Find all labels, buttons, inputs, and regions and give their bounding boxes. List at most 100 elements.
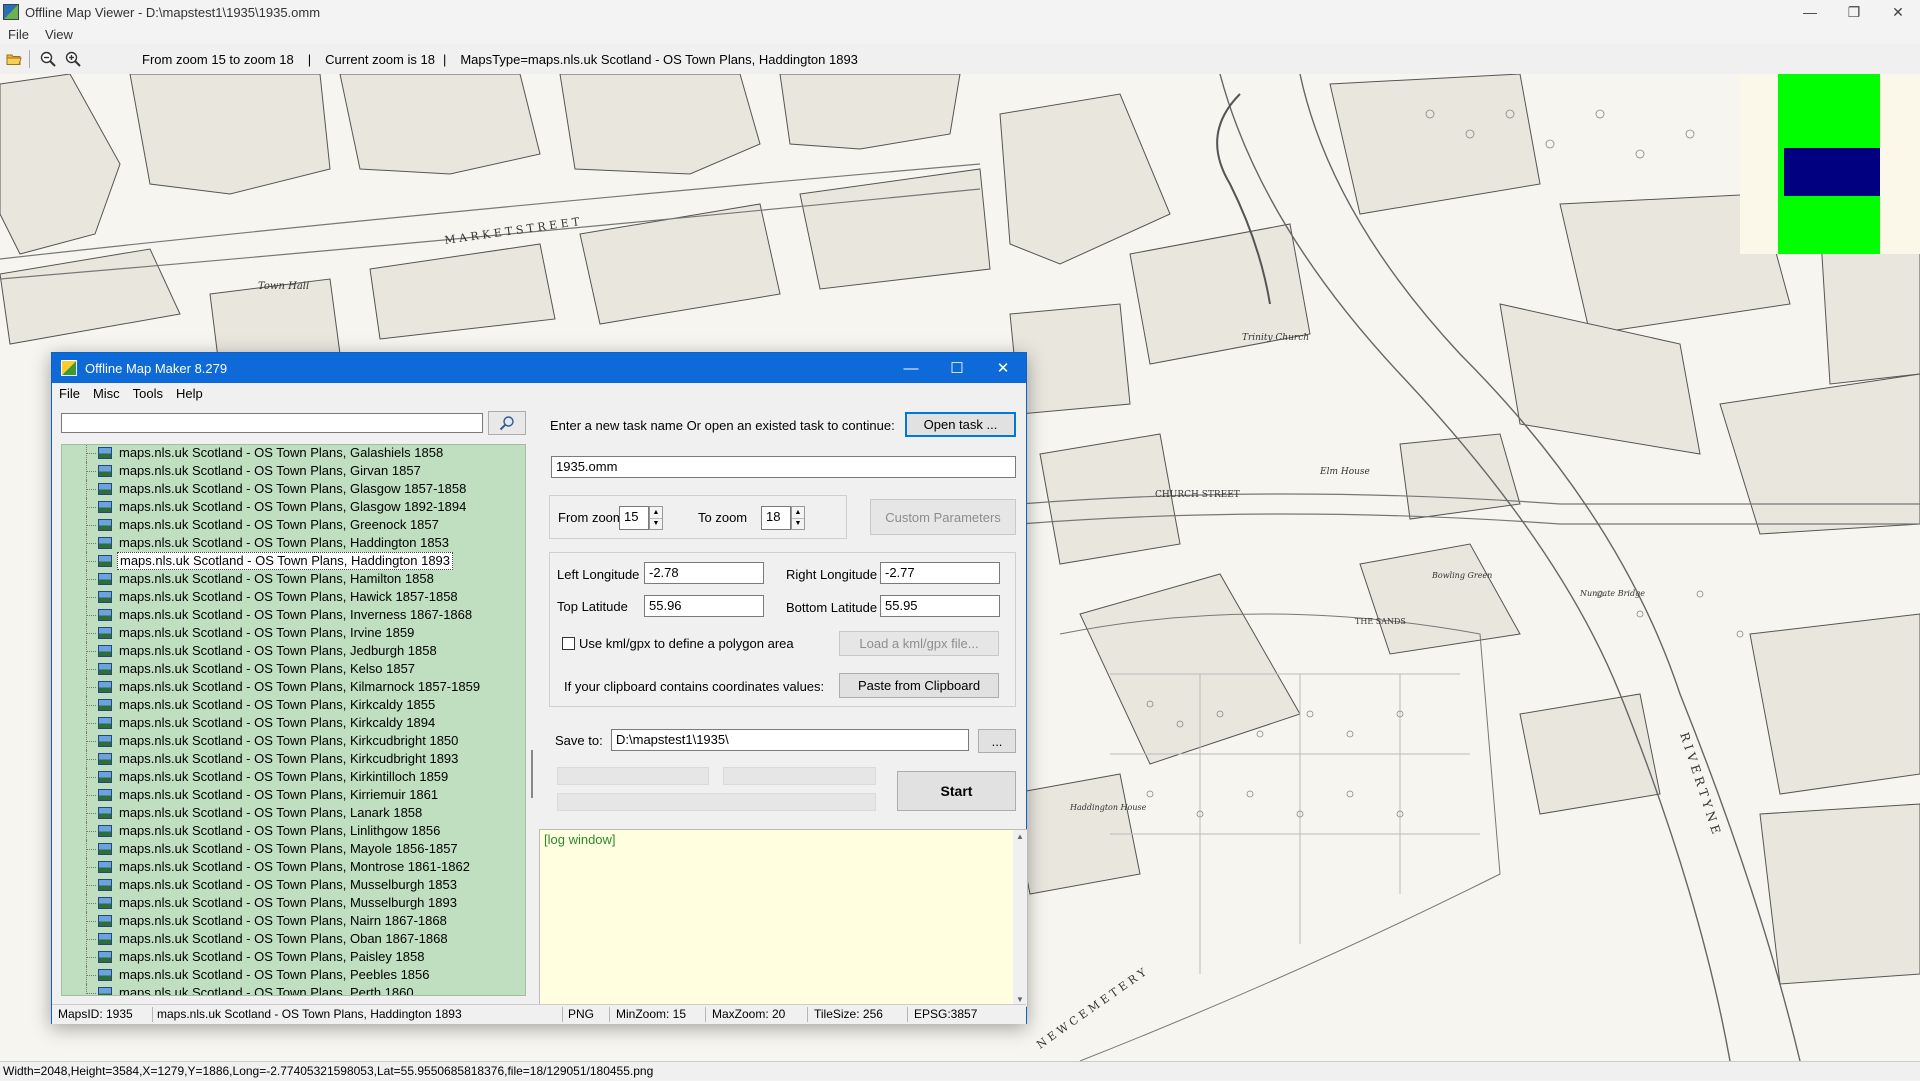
tree-line (86, 993, 96, 994)
list-item-label: maps.nls.uk Scotland - OS Town Plans, Mo… (119, 859, 470, 874)
status-min-zoom: MinZoom: 15 (616, 1007, 687, 1021)
search-button[interactable] (488, 411, 526, 435)
tree-line (86, 795, 96, 796)
to-zoom-spinner[interactable]: ▲ ▼ (791, 506, 805, 530)
maps-search-input[interactable] (61, 413, 483, 433)
list-item-label: maps.nls.uk Scotland - OS Town Plans, Pa… (119, 949, 425, 964)
right-longitude-input[interactable]: -2.77 (880, 562, 1000, 584)
map-icon (98, 555, 112, 567)
bottom-latitude-input[interactable]: 55.95 (880, 595, 1000, 617)
map-icon (98, 735, 112, 747)
paste-clipboard-button[interactable]: Paste from Clipboard (839, 673, 999, 698)
to-zoom-label: To zoom (698, 510, 748, 525)
minimize-button[interactable]: — (1788, 0, 1832, 24)
save-to-label: Save to: (555, 733, 603, 748)
map-icon (98, 861, 112, 873)
map-label-haddington-house: Haddington House (1069, 803, 1147, 812)
map-icon (98, 663, 112, 675)
log-text: [log window] (544, 832, 616, 847)
custom-parameters-button[interactable]: Custom Parameters (870, 499, 1016, 535)
dialog-titlebar: Offline Map Maker 8.279 — ☐ ✕ (52, 353, 1026, 383)
status-separator (807, 1007, 808, 1022)
browse-button[interactable]: ... (978, 729, 1016, 753)
maps-tree-scrollbar[interactable] (526, 444, 538, 996)
left-longitude-input[interactable]: -2.78 (644, 562, 764, 584)
tree-line (86, 507, 96, 508)
tree-line (86, 543, 96, 544)
maximize-button[interactable]: ❐ (1832, 0, 1876, 24)
dialog-menu-file[interactable]: File (52, 386, 86, 401)
progress-bar-1 (557, 767, 709, 785)
toolbar-divider: | (307, 51, 312, 67)
map-icon (98, 933, 112, 945)
dialog-menu-help[interactable]: Help (169, 386, 209, 401)
close-button[interactable]: ✕ (1876, 0, 1920, 24)
dialog-app-icon (61, 360, 77, 376)
map-icon (98, 447, 112, 459)
to-zoom-input[interactable]: 18 (761, 506, 791, 530)
dialog-menu-misc[interactable]: Misc (86, 386, 126, 401)
list-item-label: maps.nls.uk Scotland - OS Town Plans, Li… (119, 823, 441, 838)
open-task-button[interactable]: Open task ... (905, 412, 1016, 437)
maps-tree[interactable]: maps.nls.uk Scotland - OS Town Plans, Ga… (61, 444, 526, 996)
status-epsg: EPSG:3857 (914, 1007, 978, 1021)
dialog-status-bar: MapsID: 1935 maps.nls.uk Scotland - OS T… (52, 1004, 1026, 1024)
list-item-label: maps.nls.uk Scotland - OS Town Plans, Ma… (119, 841, 458, 856)
list-item-label: maps.nls.uk Scotland - OS Town Plans, Ki… (119, 733, 459, 748)
use-kml-checkbox[interactable] (562, 637, 575, 650)
map-label-the-sands: THE SANDS (1355, 617, 1406, 626)
map-label-cemetery: N E W C E M E T E R Y (1034, 965, 1149, 1051)
status-map-name: maps.nls.uk Scotland - OS Town Plans, Ha… (157, 1007, 462, 1021)
map-icon (98, 645, 112, 657)
scrollbar-thumb[interactable] (531, 750, 533, 798)
map-icon (98, 465, 112, 477)
map-overview[interactable] (1740, 74, 1920, 254)
log-scrollbar[interactable]: ▲ ▼ (1013, 830, 1027, 1006)
spinner-down-icon[interactable]: ▼ (792, 519, 804, 530)
log-window[interactable]: [log window] ▲ ▼ (539, 829, 1028, 1007)
list-item-label: maps.nls.uk Scotland - OS Town Plans, Gl… (119, 499, 467, 514)
zoom-out-icon[interactable] (37, 48, 59, 70)
status-separator (152, 1007, 153, 1022)
menu-file[interactable]: File (0, 27, 37, 42)
dialog-maximize-button[interactable]: ☐ (934, 353, 980, 383)
map-icon (98, 483, 112, 495)
open-folder-icon[interactable] (3, 48, 25, 70)
map-label-trinity-church: Trinity Church (1242, 333, 1309, 343)
dialog-menu-tools[interactable]: Tools (126, 386, 169, 401)
overview-viewport[interactable] (1784, 148, 1880, 196)
map-label-nungate-bridge: Nungate Bridge (1579, 589, 1645, 598)
start-button[interactable]: Start (897, 771, 1016, 811)
load-kml-button[interactable]: Load a kml/gpx file... (839, 631, 999, 656)
map-icon (98, 591, 112, 603)
map-icon (98, 609, 112, 621)
scroll-up-icon[interactable]: ▲ (1016, 832, 1024, 841)
map-icon (98, 879, 112, 891)
list-item-label: maps.nls.uk Scotland - OS Town Plans, Mu… (119, 877, 457, 892)
top-latitude-input[interactable]: 55.96 (644, 595, 764, 617)
map-icon (98, 699, 112, 711)
list-item-label: maps.nls.uk Scotland - OS Town Plans, Pe… (119, 967, 430, 982)
viewer-status-bar: Width=2048,Height=3584,X=1279,Y=1886,Lon… (0, 1061, 1920, 1080)
maps-type-text: MapsType=maps.nls.uk Scotland - OS Town … (460, 51, 858, 67)
from-zoom-spinner[interactable]: ▲ ▼ (649, 506, 663, 530)
spinner-down-icon[interactable]: ▼ (650, 519, 662, 530)
from-zoom-input[interactable]: 15 (619, 506, 649, 530)
save-to-input[interactable]: D:\mapstest1\1935\ (611, 729, 969, 751)
spinner-up-icon[interactable]: ▲ (792, 507, 804, 519)
tree-line (86, 453, 96, 454)
zoom-in-icon[interactable] (62, 48, 84, 70)
spinner-up-icon[interactable]: ▲ (650, 507, 662, 519)
tree-line (86, 921, 96, 922)
scroll-down-icon[interactable]: ▼ (1016, 995, 1024, 1004)
task-name-input[interactable]: 1935.omm (551, 456, 1016, 478)
status-separator (562, 1007, 563, 1022)
map-icon (98, 753, 112, 765)
map-icon (98, 771, 112, 783)
tree-line (86, 939, 96, 940)
menu-view[interactable]: View (37, 27, 81, 42)
status-tile-size: TileSize: 256 (814, 1007, 883, 1021)
dialog-minimize-button[interactable]: — (888, 353, 934, 383)
map-icon (98, 987, 112, 995)
dialog-close-button[interactable]: ✕ (980, 353, 1026, 383)
